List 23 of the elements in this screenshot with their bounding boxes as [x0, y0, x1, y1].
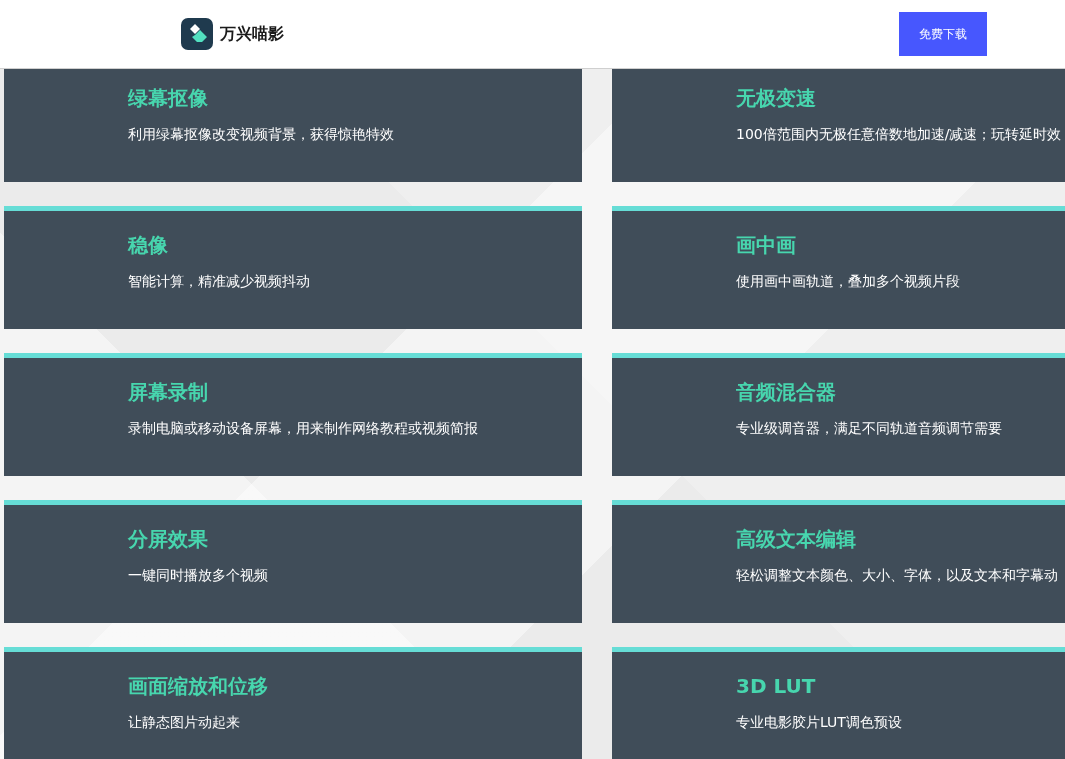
download-button[interactable]: 免费下载 [899, 12, 987, 56]
feature-title: 高级文本编辑 [736, 526, 856, 552]
feature-title: 无极变速 [736, 85, 816, 111]
feature-description: 专业电影胶片LUT调色预设 [736, 713, 902, 732]
logo-icon [181, 18, 213, 50]
feature-title: 屏幕录制 [128, 379, 208, 405]
feature-title: 音频混合器 [736, 379, 836, 405]
feature-title: 绿幕抠像 [128, 85, 208, 111]
feature-description: 一键同时播放多个视频 [128, 566, 268, 585]
feature-description: 专业级调音器，满足不同轨道音频调节需要 [736, 419, 1002, 438]
feature-title: 画中画 [736, 232, 796, 258]
feature-description: 智能计算，精准减少视频抖动 [128, 272, 310, 291]
feature-description: 轻松调整文本颜色、大小、字体，以及文本和字幕动 [736, 566, 1058, 585]
brand-name: 万兴喵影 [220, 23, 284, 45]
feature-title: 分屏效果 [128, 526, 208, 552]
feature-title: 3D LUT [736, 673, 816, 699]
feature-description: 让静态图片动起来 [128, 713, 240, 732]
feature-title: 画面缩放和位移 [128, 673, 268, 699]
feature-description: 录制电脑或移动设备屏幕，用来制作网络教程或视频简报 [128, 419, 478, 438]
feature-description: 100倍范围内无极任意倍数地加速/减速；玩转延时效 [736, 125, 1062, 144]
feature-description: 利用绿幕抠像改变视频背景，获得惊艳特效 [128, 125, 394, 144]
feature-title: 稳像 [128, 232, 168, 258]
feature-description: 使用画中画轨道，叠加多个视频片段 [736, 272, 960, 291]
